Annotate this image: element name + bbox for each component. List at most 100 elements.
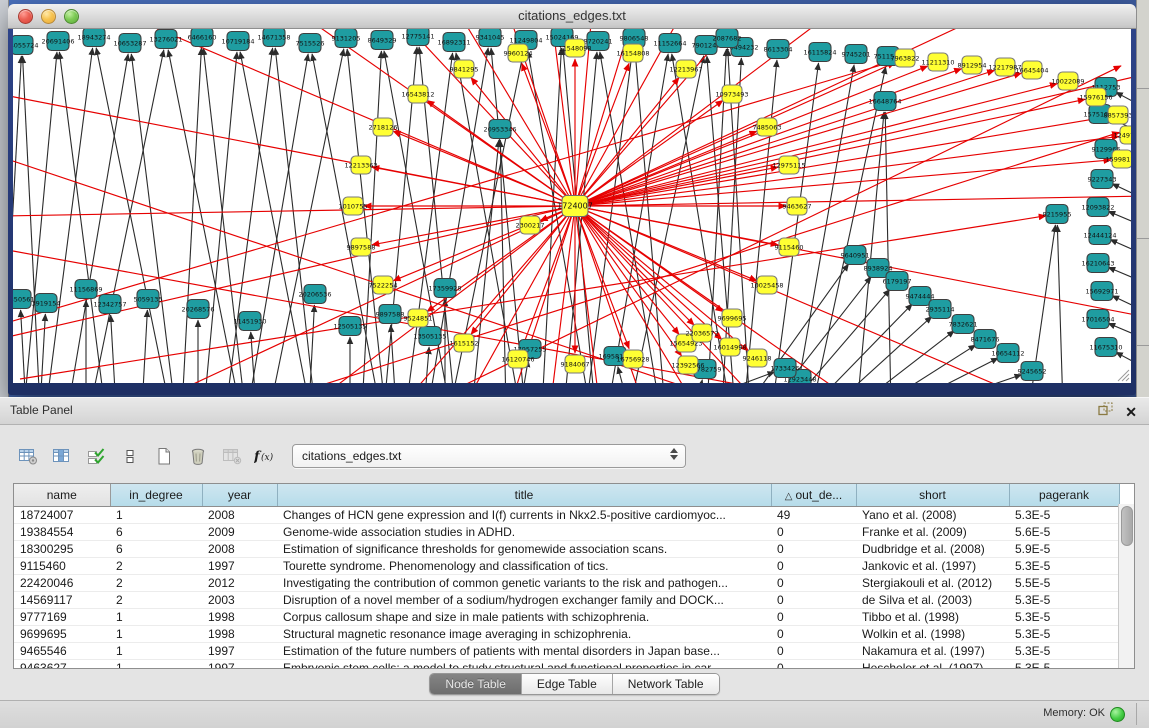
cell-out_degree[interactable]: 0 [771, 643, 856, 660]
graph-node[interactable]: 1615152 [450, 334, 479, 352]
cell-title[interactable]: Disruption of a novel member of a sodium… [277, 592, 771, 609]
scrollbar-thumb[interactable] [1121, 506, 1133, 546]
cell-in_degree[interactable]: 2 [110, 575, 202, 592]
cell-title[interactable]: Tourette syndrome. Phenomenology and cla… [277, 558, 771, 575]
graph-node[interactable]: 8912954 [958, 56, 987, 74]
cell-name[interactable]: 19384554 [14, 524, 110, 541]
cell-in_degree[interactable]: 6 [110, 524, 202, 541]
column-header-out_degree[interactable]: △out_de... [771, 484, 856, 507]
cell-pagerank[interactable]: 5.3E-5 [1009, 660, 1119, 670]
graph-node[interactable]: 20953346 [483, 120, 516, 139]
graph-node[interactable]: 9246118 [743, 349, 772, 367]
cell-title[interactable]: Estimation of the future numbers of pati… [277, 643, 771, 660]
graph-node[interactable]: 9897588 [347, 238, 376, 256]
graph-node[interactable]: 16154808 [616, 44, 649, 62]
cell-in_degree[interactable]: 6 [110, 541, 202, 558]
cell-name[interactable]: 9699695 [14, 626, 110, 643]
graph-node[interactable]: 11152664 [653, 34, 686, 53]
cell-name[interactable]: 18724007 [14, 507, 110, 524]
graph-node[interactable]: 14055724 [13, 36, 39, 55]
graph-node[interactable]: 6179197 [883, 272, 912, 291]
cell-in_degree[interactable]: 1 [110, 609, 202, 626]
graph-node[interactable]: 9115460 [775, 238, 804, 256]
table-options-icon[interactable] [14, 441, 42, 471]
cell-in_degree[interactable]: 1 [110, 660, 202, 670]
cell-out_degree[interactable]: 0 [771, 626, 856, 643]
graph-node[interactable]: 17016504 [1081, 310, 1114, 329]
graph-node[interactable]: 8649329 [368, 31, 397, 50]
cell-short[interactable]: Tibbo et al. (1998) [856, 609, 1009, 626]
graph-node[interactable]: 10022089 [1051, 72, 1084, 90]
graph-node[interactable]: 9640951 [841, 246, 870, 265]
cell-year[interactable]: 1998 [202, 626, 277, 643]
cell-year[interactable]: 2009 [202, 524, 277, 541]
cell-out_degree[interactable]: 0 [771, 592, 856, 609]
graph-node[interactable]: 2935114 [926, 300, 955, 319]
cell-in_degree[interactable]: 1 [110, 507, 202, 524]
resize-grip[interactable] [1117, 369, 1130, 382]
cell-pagerank[interactable]: 5.6E-5 [1009, 524, 1119, 541]
column-header-title[interactable]: title [277, 484, 771, 507]
graph-node[interactable]: 20691406 [41, 32, 74, 51]
cell-year[interactable]: 2003 [202, 592, 277, 609]
cell-short[interactable]: Stergiakouli et al. (2012) [856, 575, 1009, 592]
graph-node[interactable]: 7515526 [296, 34, 325, 53]
network-graph[interactable]: 1405572420691406189432741065328713276021… [13, 29, 1131, 383]
graph-node[interactable]: 12093822 [1081, 198, 1114, 217]
cell-title[interactable]: Estimation of significance thresholds fo… [277, 541, 771, 558]
cell-in_degree[interactable]: 1 [110, 643, 202, 660]
cell-short[interactable]: Wolkin et al. (1998) [856, 626, 1009, 643]
graph-node[interactable]: 9745201 [842, 45, 871, 64]
graph-node[interactable]: 13276021 [149, 30, 182, 49]
graph-node[interactable]: 2718126 [369, 118, 398, 136]
minimize-button[interactable] [41, 9, 56, 24]
cell-name[interactable]: 14569117 [14, 592, 110, 609]
cell-short[interactable]: Hescheler et al. (1997) [856, 660, 1009, 670]
graph-node[interactable]: 18943274 [77, 29, 110, 47]
cell-short[interactable]: Dudbridge et al. (2008) [856, 541, 1009, 558]
graph-node[interactable]: 9897588 [376, 305, 405, 324]
graph-node[interactable]: 12213967 [669, 60, 702, 78]
graph-node[interactable]: 8613304 [764, 40, 793, 59]
cell-name[interactable]: 9465546 [14, 643, 110, 660]
cell-short[interactable]: Nakamura et al. (1997) [856, 643, 1009, 660]
cell-year[interactable]: 1998 [202, 609, 277, 626]
close-panel-icon[interactable]: ✕ [1125, 404, 1137, 420]
cell-year[interactable]: 2012 [202, 575, 277, 592]
cell-out_degree[interactable]: 0 [771, 660, 856, 670]
zoom-button[interactable] [64, 9, 79, 24]
graph-node[interactable]: 2300217 [516, 216, 545, 234]
cell-pagerank[interactable]: 5.3E-5 [1009, 507, 1119, 524]
column-header-year[interactable]: year [202, 484, 277, 507]
cell-pagerank[interactable]: 5.3E-5 [1009, 558, 1119, 575]
delete-table-icon[interactable] [184, 441, 212, 471]
graph-node[interactable]: 7522254 [369, 276, 398, 294]
graph-node[interactable]: 11211310 [921, 53, 954, 71]
cell-out_degree[interactable]: 49 [771, 507, 856, 524]
tab-edge-table[interactable]: Edge Table [522, 674, 613, 694]
graph-node[interactable]: 9699695 [718, 309, 747, 327]
close-button[interactable] [18, 9, 33, 24]
cell-name[interactable]: 9115460 [14, 558, 110, 575]
column-header-name[interactable]: name [14, 484, 110, 507]
function-builder-icon[interactable]: f(x) [252, 441, 280, 471]
graph-node[interactable]: 16210643 [1081, 254, 1114, 273]
cell-out_degree[interactable]: 0 [771, 524, 856, 541]
cell-in_degree[interactable]: 2 [110, 558, 202, 575]
cell-out_degree[interactable]: 0 [771, 609, 856, 626]
graph-node[interactable]: 7485063 [753, 118, 782, 136]
graph-node[interactable]: 8215955 [1043, 205, 1072, 224]
graph-node[interactable]: 6466160 [188, 29, 217, 47]
cell-name[interactable]: 22420046 [14, 575, 110, 592]
cell-short[interactable]: Franke et al. (2009) [856, 524, 1009, 541]
graph-node[interactable]: 9841295 [450, 60, 479, 78]
graph-node[interactable]: 1724007 [557, 196, 593, 217]
column-header-short[interactable]: short [856, 484, 1009, 507]
row-height-icon[interactable] [116, 441, 144, 471]
cell-year[interactable]: 1997 [202, 643, 277, 660]
graph-node[interactable]: 9524851 [404, 309, 433, 327]
cell-pagerank[interactable]: 5.5E-5 [1009, 575, 1119, 592]
graph-node[interactable]: 12444124 [1083, 226, 1116, 245]
cell-name[interactable]: 9463627 [14, 660, 110, 670]
graph-node[interactable]: 9227343 [1088, 170, 1117, 189]
